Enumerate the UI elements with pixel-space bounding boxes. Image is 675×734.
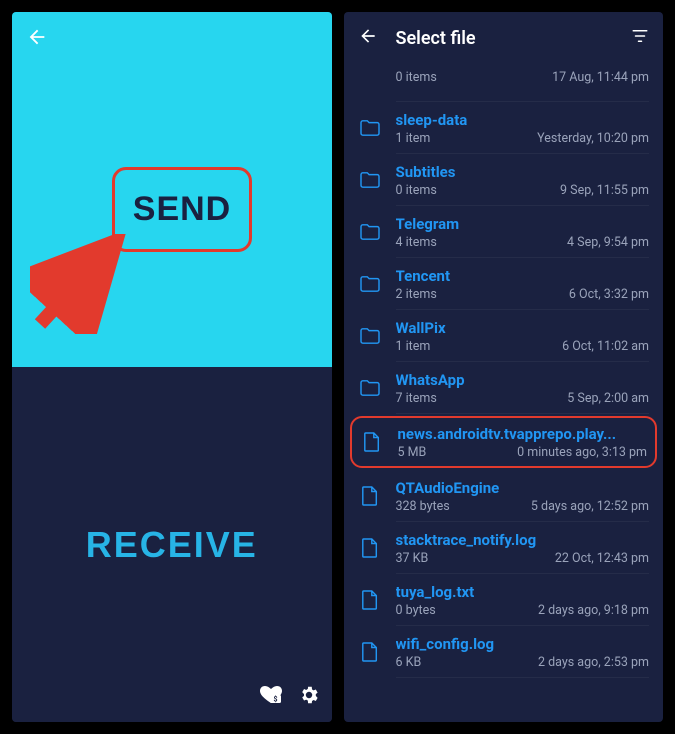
item-sub-right: 2 days ago, 2:53 pm [538, 655, 649, 670]
item-sub-right: 22 Oct, 12:43 pm [555, 551, 649, 566]
item-name: news.androidtv.tvapprepo.play... [398, 425, 648, 443]
item-name: Subtitles [396, 163, 650, 181]
item-name: sleep-data [396, 111, 650, 129]
file-picker-screen: Select file 0 items 17 Aug, 11:44 pm sleep… [344, 12, 664, 722]
item-sub-right: 5 Sep, 2:00 am [567, 391, 649, 406]
page-title: Select file [396, 28, 614, 49]
settings-icon[interactable] [298, 684, 320, 710]
item-name: tuya_log.txt [396, 583, 650, 601]
folder-icon [358, 327, 382, 345]
item-sub-left: 328 bytes [396, 499, 450, 514]
item-sub-right: 0 minutes ago, 3:13 pm [517, 445, 647, 460]
item-sub-right: 4 Sep, 9:54 pm [567, 235, 649, 250]
folder-icon [358, 119, 382, 137]
send-label: SEND [133, 190, 231, 229]
footer-icons: $ [258, 684, 320, 710]
file-icon [358, 589, 382, 611]
send-receive-screen: SEND RECEIVE $ [12, 12, 332, 722]
item-sub-left: 4 items [396, 235, 437, 250]
back-button[interactable] [358, 26, 378, 50]
folder-row[interactable]: WallPix 1 item 6 Oct, 11:02 am [344, 310, 664, 362]
file-icon [358, 537, 382, 559]
folder-row[interactable]: Subtitles 0 items 9 Sep, 11:55 pm [344, 154, 664, 206]
item-name: WhatsApp [396, 371, 650, 389]
item-sub-right: 5 days ago, 12:52 pm [531, 499, 649, 514]
item-sub-right: Yesterday, 10:20 pm [537, 131, 649, 146]
receive-panel: RECEIVE $ [12, 367, 332, 722]
item-sub-left: 6 KB [396, 655, 422, 670]
send-panel: SEND [12, 12, 332, 367]
send-button[interactable]: SEND [112, 167, 252, 252]
folder-row[interactable]: WhatsApp 7 items 5 Sep, 2:00 am [344, 362, 664, 414]
file-row[interactable]: QTAudioEngine 328 bytes 5 days ago, 12:52 … [344, 470, 664, 522]
folder-row[interactable]: sleep-data 1 item Yesterday, 10:20 pm [344, 102, 664, 154]
item-name: QTAudioEngine [396, 479, 650, 497]
file-icon [358, 641, 382, 663]
svg-text:$: $ [273, 696, 277, 704]
item-name: stacktrace_notify.log [396, 531, 650, 549]
item-sub-right: 6 Oct, 11:02 am [562, 339, 649, 354]
item-sub-left: 2 items [396, 287, 437, 302]
file-row[interactable]: stacktrace_notify.log 37 KB 22 Oct, 12:43 … [344, 522, 664, 574]
item-sub-left: 1 item [396, 339, 431, 354]
file-row[interactable]: tuya_log.txt 0 bytes 2 days ago, 9:18 pm [344, 574, 664, 626]
annotation-arrow-icon [30, 234, 130, 334]
item-sub-right: 6 Oct, 3:32 pm [569, 287, 649, 302]
item-sub-left: 0 items [396, 183, 437, 198]
filter-icon[interactable] [631, 27, 649, 49]
item-sub-left: 7 items [396, 391, 437, 406]
folder-row[interactable]: 0 items 17 Aug, 11:44 pm [344, 68, 664, 102]
item-sub-left: 5 MB [398, 445, 427, 460]
item-name: wifi_config.log [396, 635, 650, 653]
file-icon [358, 485, 382, 507]
item-name: WallPix [396, 319, 650, 337]
folder-icon [358, 171, 382, 189]
item-sub-left: 0 bytes [396, 603, 436, 618]
item-sub-right: 17 Aug, 11:44 pm [552, 70, 649, 85]
item-sub-left: 0 items [396, 70, 437, 85]
folder-row[interactable]: Telegram 4 items 4 Sep, 9:54 pm [344, 206, 664, 258]
item-sub-left: 37 KB [396, 551, 429, 566]
item-name: Telegram [396, 215, 650, 233]
receive-label: RECEIVE [86, 524, 258, 565]
item-name: Tencent [396, 267, 650, 285]
item-sub-right: 9 Sep, 11:55 pm [560, 183, 649, 198]
item-sub-left: 1 item [396, 131, 431, 146]
folder-icon [358, 275, 382, 293]
file-row[interactable]: wifi_config.log 6 KB 2 days ago, 2:53 pm [344, 626, 664, 678]
donate-icon[interactable]: $ [258, 684, 284, 710]
file-list: 0 items 17 Aug, 11:44 pm sleep-data 1 item Y… [344, 64, 664, 722]
folder-icon [358, 223, 382, 241]
receive-button[interactable]: RECEIVE [86, 524, 258, 566]
file-row[interactable]: news.androidtv.tvapprepo.play... 5 MB 0 mi… [350, 416, 658, 468]
file-picker-header: Select file [344, 12, 664, 64]
file-icon [360, 431, 384, 453]
item-sub-right: 2 days ago, 9:18 pm [538, 603, 649, 618]
folder-row[interactable]: Tencent 2 items 6 Oct, 3:32 pm [344, 258, 664, 310]
folder-icon [358, 379, 382, 397]
back-button[interactable] [26, 26, 48, 52]
